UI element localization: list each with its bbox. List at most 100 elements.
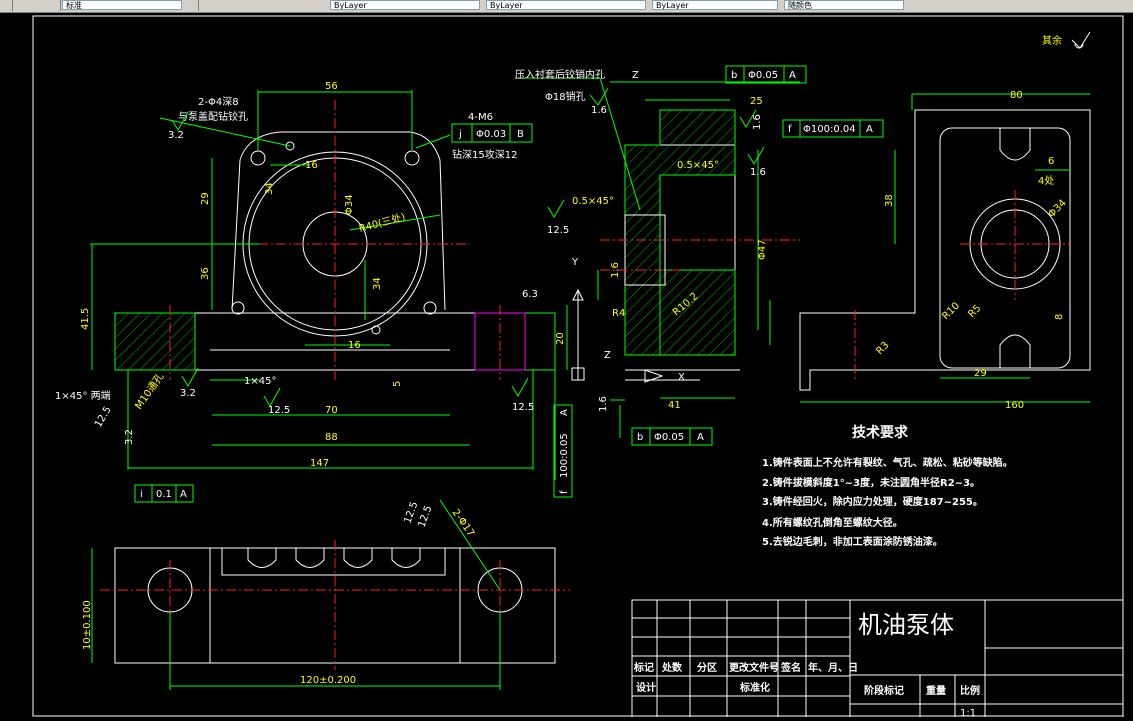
dim-16-bottom: 16	[348, 340, 361, 351]
dim-70: 70	[325, 405, 338, 416]
lineweight-select[interactable]: ByLayer	[652, 0, 778, 10]
phi-34: Φ34	[1046, 198, 1068, 220]
tech-req-item: 3.铸件经回火，除内应力处理，硬度187~255。	[762, 495, 983, 508]
tb-weight: 重量	[926, 684, 946, 697]
tb-header: 处数	[661, 661, 683, 674]
tb-design: 设计	[636, 681, 656, 694]
tap-note-2: 钻深15攻深12	[452, 148, 517, 161]
tb-scale-value: 1:1	[960, 708, 976, 717]
tol-f-datum: A	[866, 124, 873, 135]
tol2-symbol: b	[637, 432, 643, 443]
rough-12-5-b: 12.5	[512, 402, 534, 413]
rough-1-6-c: 1.6	[750, 167, 766, 178]
tb-header: 签名	[780, 661, 801, 674]
tol-i-symbol: i	[140, 489, 143, 500]
rough-6-3: 6.3	[522, 289, 538, 300]
r4: R4	[612, 308, 625, 319]
tech-req-item: 2.铸件拔模斜度1°~3度，未注圆角半径R2~3。	[762, 476, 980, 489]
dim-5: 5	[392, 381, 403, 387]
linetype-select[interactable]: ByLayer	[486, 0, 646, 10]
dim-6: 6	[1048, 156, 1054, 167]
part-name: 机油泵体	[858, 611, 954, 639]
tb-header: 更改文件号	[729, 661, 779, 674]
drawing-canvas[interactable]: 其余 56 2-Φ4深8 与泵盖配钻铰孔 3.2 4-M6 钻深15攻深12 j…	[0, 12, 1133, 721]
rough-3-2-c: 3.2	[124, 429, 135, 445]
r10: R10	[940, 300, 962, 322]
dim-80: 80	[1010, 90, 1023, 101]
technical-requirements: 技术要求 1.铸件表面上不允许有裂纹、气孔、疏松、粘砂等缺陷。 2.铸件拔模斜度…	[762, 424, 1013, 548]
tb-stage: 阶段标记	[864, 684, 904, 697]
chamfer-note: 1×45°	[244, 376, 276, 387]
m10-note: M10通孔	[133, 371, 167, 412]
tol-symbol: j	[458, 129, 462, 140]
dim-phi-47: Φ47	[757, 239, 768, 260]
vtol-value: 100:0.05	[559, 433, 570, 478]
text-style-select[interactable]: 标准	[62, 0, 182, 10]
label-z2: Z	[604, 350, 611, 361]
rough-1-6-e: 1.6	[598, 396, 609, 412]
layer-button[interactable]	[186, 0, 199, 11]
dim-34: 34	[264, 182, 275, 195]
rough-3-2: 3.2	[168, 130, 184, 141]
tb-header: 标记	[633, 661, 654, 674]
tol-value: Φ0.03	[476, 129, 506, 140]
title-block: 机油泵体 标记 处数 分区 更改文件号 签名 年、月、日 设计 标准化 阶段标记…	[631, 599, 1124, 721]
press-note: 压入衬套后铰销内孔	[515, 68, 605, 81]
bore-note: Φ18销孔	[545, 90, 586, 103]
r3: R3	[874, 340, 891, 357]
tol-i-value: 0.1	[156, 489, 172, 500]
tech-req-item: 5.去锐边毛刺，非加工表面涂防锈油漆。	[762, 535, 943, 548]
dim-120: 120±0.200	[300, 675, 356, 686]
tap-note: 4-M6	[468, 112, 493, 123]
four-places: 4处	[1038, 175, 1054, 187]
rough-bottom: 12.5	[416, 504, 434, 529]
tol-b-symbol: b	[731, 70, 737, 81]
dim-38: 38	[884, 194, 895, 207]
side-view: 80 6 4处 38 Φ34 R10 R5 R3 8 29 160	[799, 90, 1091, 411]
chamfer-2: 0.5×45°	[572, 196, 614, 207]
plotstyle-select[interactable]: 随颜色	[784, 0, 904, 10]
rough-12-5-s: 12.5	[547, 225, 569, 236]
surface-note: 其余	[1042, 34, 1062, 47]
dim-29: 29	[200, 192, 211, 205]
r5: R5	[966, 303, 983, 320]
bottom-view: 120±0.200 10±0.100 2-Φ17 12.5	[82, 499, 570, 690]
label-y: Y	[571, 257, 579, 268]
dim-36: 36	[200, 267, 211, 280]
toolbar-button[interactable]	[48, 0, 61, 11]
toolbar-button[interactable]	[0, 0, 13, 11]
dim-16: 16	[305, 160, 318, 171]
radius-note: R40(三处)	[358, 211, 407, 235]
label-x: X	[678, 372, 685, 383]
tb-scale: 比例	[960, 684, 980, 697]
rough-12-5: 12.5	[268, 405, 290, 416]
label-z1: Z	[632, 70, 639, 81]
dim-20: 20	[555, 332, 566, 345]
chamfer-both: 1×45° 两端	[55, 389, 111, 402]
dim-160: 160	[1005, 400, 1024, 411]
rough-12-5-c: 12.5	[93, 405, 114, 430]
tech-req-item: 4.所有螺纹孔倒角至螺纹大径。	[762, 516, 903, 529]
holes-note: 2-Φ4深8	[198, 96, 239, 108]
section-view: 压入衬套后铰销内孔 Φ18销孔 1.6 b Φ0.05 A 25 1.6 f Φ…	[402, 65, 884, 525]
vtol-datum: A	[559, 409, 570, 416]
rough-3-2-b: 3.2	[180, 388, 196, 399]
tol-f-symbol: f	[788, 124, 792, 135]
chamfer-1: 0.5×45°	[677, 160, 719, 171]
tol2-datum: A	[697, 432, 704, 443]
dim-41: 41	[668, 400, 681, 411]
dim-25: 25	[750, 96, 763, 107]
tb-standard: 标准化	[739, 681, 770, 694]
layer-select[interactable]: ByLayer	[330, 0, 480, 10]
bore-dim: Φ34	[344, 194, 355, 215]
tech-req-title: 技术要求	[852, 424, 909, 441]
dim-34-right: 34	[372, 277, 383, 290]
tol2-value: Φ0.05	[654, 432, 684, 443]
dim-56: 56	[325, 81, 338, 92]
dim-147: 147	[310, 458, 329, 469]
tol-b-datum: A	[789, 70, 796, 81]
tech-req-item: 1.铸件表面上不允许有裂纹、气孔、疏松、粘砂等缺陷。	[762, 456, 1013, 469]
tol-i-datum: A	[180, 489, 187, 500]
tb-header: 年、月、日	[808, 661, 858, 674]
vtol-symbol: f	[559, 490, 570, 494]
